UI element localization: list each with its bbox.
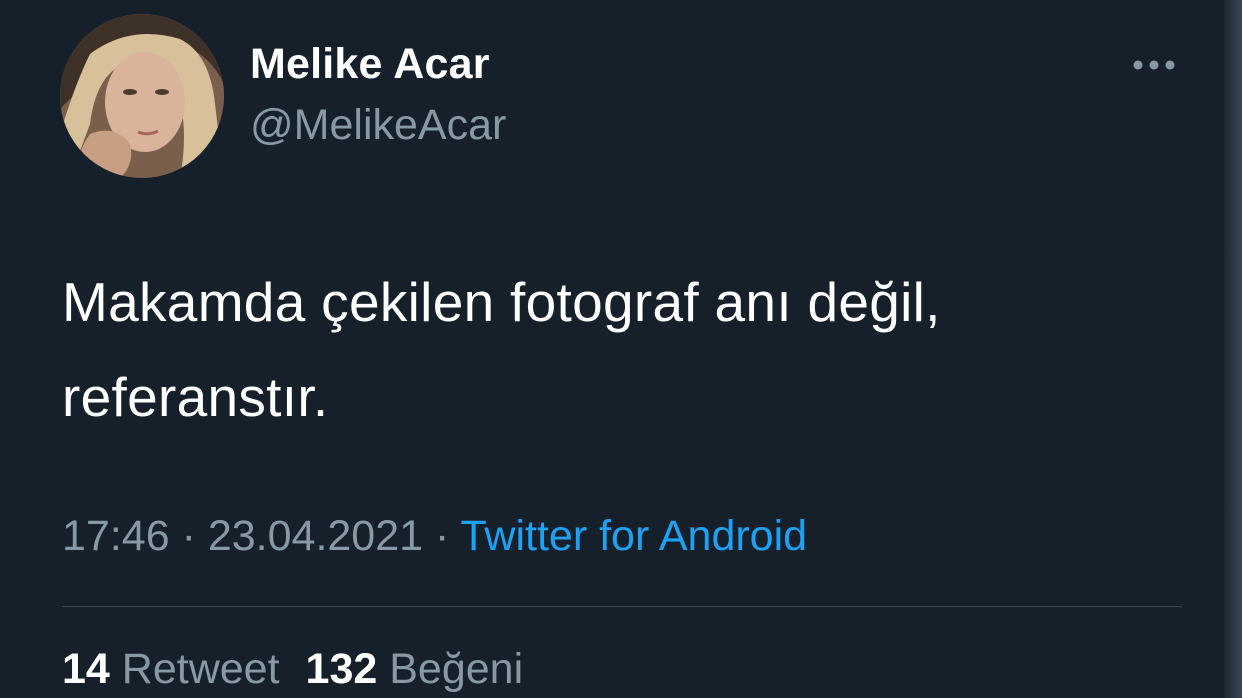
tweet-text: Makamda çekilen fotograf anı değil, refe… bbox=[62, 255, 1182, 445]
author-handle[interactable]: @MelikeAcar bbox=[250, 101, 506, 150]
tweet-text-line: Makamda çekilen fotograf anı değil, bbox=[62, 271, 941, 333]
divider bbox=[62, 606, 1182, 607]
tweet-detail-view: Melike Acar @MelikeAcar Makamda çekilen … bbox=[0, 0, 1242, 698]
likes-count: 132 bbox=[305, 645, 378, 693]
meta-separator: · bbox=[181, 512, 196, 560]
window-edge bbox=[1224, 0, 1242, 698]
meta-separator: · bbox=[435, 512, 450, 560]
more-options-button[interactable] bbox=[1126, 50, 1182, 80]
likes-label: Beğeni bbox=[389, 645, 524, 693]
tweet-stats: 14 Retweet 132 Beğeni bbox=[62, 645, 523, 694]
retweets-count: 14 bbox=[62, 645, 110, 693]
author-display-name[interactable]: Melike Acar bbox=[250, 40, 490, 89]
tweet-text-line: referanstır. bbox=[62, 366, 329, 428]
likes-stat[interactable]: 132 Beğeni bbox=[306, 645, 524, 693]
retweets-stat[interactable]: 14 Retweet bbox=[62, 645, 280, 693]
tweet-date[interactable]: 23.04.2021 bbox=[208, 512, 423, 560]
tweet-time[interactable]: 17:46 bbox=[62, 512, 170, 560]
avatar[interactable] bbox=[60, 14, 224, 178]
more-options-icon bbox=[1133, 60, 1175, 70]
retweets-label: Retweet bbox=[121, 645, 280, 693]
tweet-source-link[interactable]: Twitter for Android bbox=[461, 512, 808, 560]
tweet-metadata: 17:46 · 23.04.2021 · Twitter for Android bbox=[62, 512, 807, 561]
avatar-photo bbox=[60, 14, 224, 178]
